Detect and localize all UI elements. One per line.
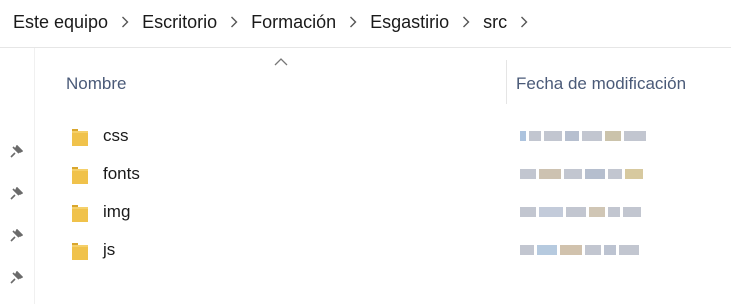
breadcrumb-item-este-equipo[interactable]: Este equipo [13, 12, 108, 33]
chevron-right-icon[interactable] [449, 13, 483, 31]
breadcrumb-item-esgastirio[interactable]: Esgastirio [370, 12, 449, 33]
item-name: fonts [103, 164, 140, 183]
breadcrumb-item-src[interactable]: src [483, 12, 507, 33]
chevron-right-icon[interactable] [507, 13, 541, 31]
list-item[interactable]: img [36, 193, 731, 231]
folder-icon [72, 205, 88, 222]
pane-divider [34, 48, 35, 304]
breadcrumb: Este equipo Escritorio Formación Esgasti… [0, 0, 731, 44]
column-header-name[interactable]: Nombre [66, 60, 496, 108]
date-modified-redacted [520, 241, 710, 259]
folder-icon [72, 243, 88, 260]
pin-icon[interactable] [9, 145, 23, 159]
breadcrumb-item-formacion[interactable]: Formación [251, 12, 336, 33]
folder-icon [72, 167, 88, 184]
chevron-right-icon[interactable] [108, 13, 142, 31]
list-item[interactable]: css [36, 117, 731, 155]
date-modified-redacted [520, 165, 710, 183]
item-name: css [103, 126, 129, 145]
chevron-right-icon[interactable] [217, 13, 251, 31]
item-name: img [103, 202, 131, 221]
pin-icon[interactable] [9, 271, 23, 285]
list-item[interactable]: js [36, 231, 731, 269]
folder-icon [72, 129, 88, 146]
breadcrumb-item-escritorio[interactable]: Escritorio [142, 12, 217, 33]
date-modified-redacted [520, 203, 710, 221]
chevron-right-icon[interactable] [336, 13, 370, 31]
item-name: js [103, 240, 116, 259]
pin-icon[interactable] [9, 229, 23, 243]
pin-icon[interactable] [9, 187, 23, 201]
column-divider[interactable] [506, 60, 507, 104]
column-header-date-modified[interactable]: Fecha de modificación [516, 60, 731, 108]
date-modified-redacted [520, 127, 710, 145]
file-explorer: Este equipo Escritorio Formación Esgasti… [0, 0, 731, 304]
address-bar-divider [0, 47, 731, 48]
navigation-pane [0, 48, 34, 304]
list-item[interactable]: fonts [36, 155, 731, 193]
